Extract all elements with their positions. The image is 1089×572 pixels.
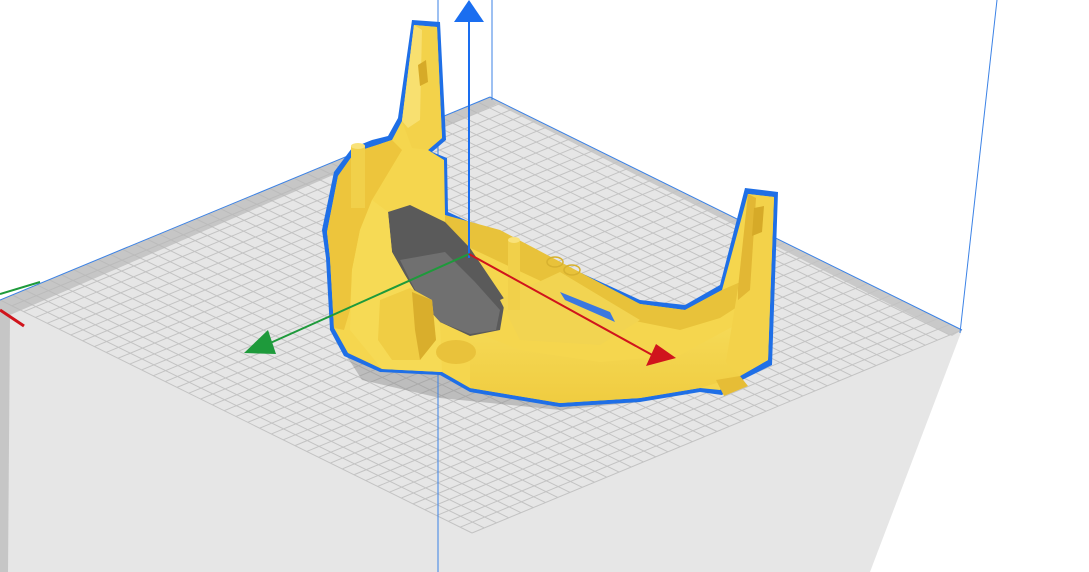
model-post-center	[508, 240, 520, 310]
model-post-center-top	[508, 237, 520, 243]
model-post-left-top	[351, 143, 365, 149]
3d-viewport[interactable]	[0, 0, 1089, 572]
viewport-canvas[interactable]	[0, 0, 1089, 572]
model-post-left	[351, 146, 365, 208]
model-boss-cap	[436, 340, 476, 364]
z-axis-arrow-icon[interactable]	[454, 0, 484, 22]
